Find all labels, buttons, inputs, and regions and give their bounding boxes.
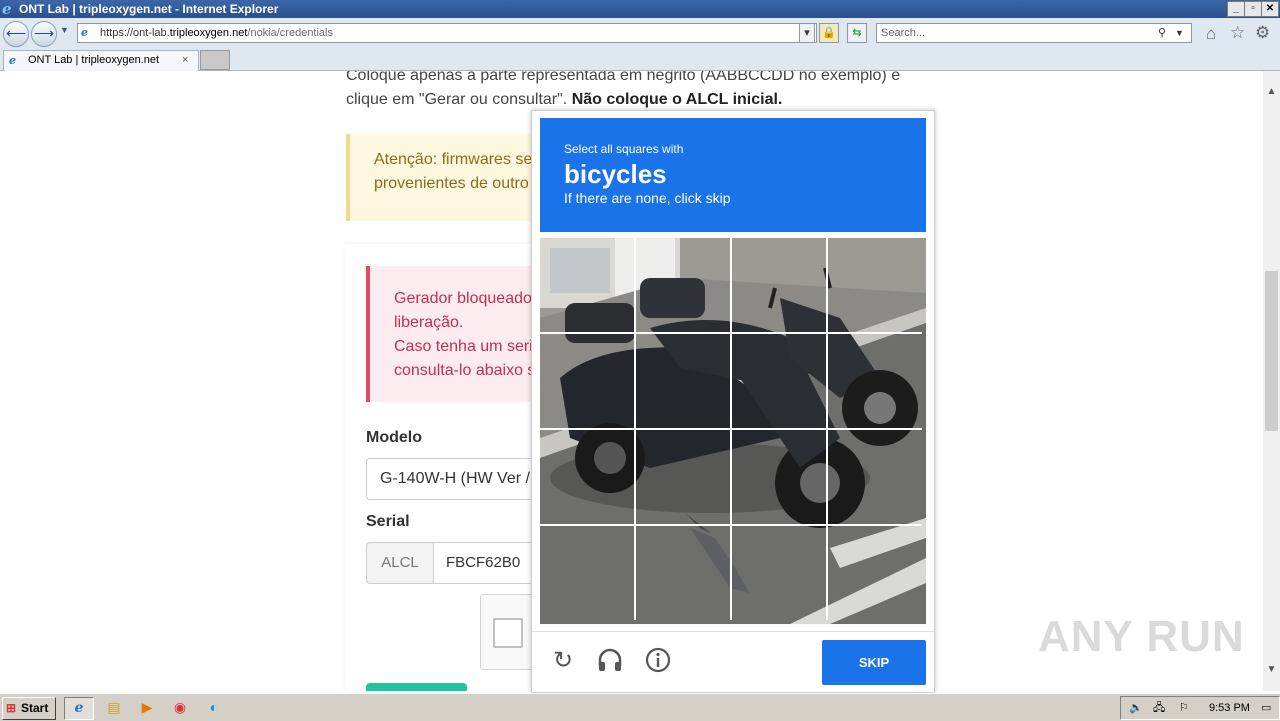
- search-icon[interactable]: ⚲: [1158, 24, 1166, 42]
- intro-text-line2: clique em "Gerar ou consultar". Não colo…: [346, 91, 783, 108]
- ie-logo-icon: e: [2, 0, 12, 18]
- captcha-hint: If there are none, click skip: [564, 190, 731, 206]
- network-icon[interactable]: 🖧: [1153, 697, 1165, 719]
- scroll-down-icon[interactable]: ▼: [1263, 661, 1280, 678]
- new-tab-button[interactable]: [200, 50, 230, 70]
- captcha-challenge: Select all squares with bicycles If ther…: [531, 110, 935, 693]
- headphones-glyph: [598, 648, 622, 671]
- search-input[interactable]: Search... ⚲ ▼: [876, 23, 1192, 43]
- captcha-image-grid: [540, 238, 926, 624]
- url-text: https://ont-lab.tripleoxygen.net/nokia/c…: [100, 27, 333, 39]
- minimize-button[interactable]: _: [1227, 1, 1245, 17]
- history-dropdown-icon[interactable]: ▼: [60, 25, 69, 35]
- warning-text-line1: Atenção: firmwares ser: [374, 151, 538, 168]
- captcha-tile[interactable]: [636, 430, 732, 526]
- tab-close-icon[interactable]: ×: [182, 51, 188, 70]
- headphones-icon[interactable]: [595, 646, 625, 676]
- page-ie-icon: e: [81, 26, 88, 39]
- intro-text-line1: Coloque apenas a parte representada em n…: [346, 71, 901, 84]
- captcha-tile[interactable]: [636, 526, 732, 620]
- captcha-tile[interactable]: [540, 526, 636, 620]
- forward-button[interactable]: ⟶: [31, 21, 57, 47]
- address-toolbar: ⟵ ⟶ ▼ e https://ont-lab.tripleoxygen.net…: [0, 18, 1280, 48]
- info-icon[interactable]: [643, 646, 673, 676]
- captcha-tile[interactable]: [828, 238, 922, 334]
- taskbar-ie-icon[interactable]: e: [64, 697, 94, 720]
- captcha-tile[interactable]: [732, 238, 828, 334]
- danger-text-line1: Gerador bloqueado: [394, 290, 532, 307]
- taskbar: ⊞ Start e ▤ ▶ ◉ ◐ 🔈 🖧 ⚐ 9:53 PM ▭: [0, 693, 1280, 721]
- start-button[interactable]: ⊞ Start: [2, 697, 56, 720]
- tab-ont-lab[interactable]: e ONT Lab | tripleoxygen.net ×: [3, 50, 199, 71]
- captcha-tile[interactable]: [636, 238, 732, 334]
- anyrun-watermark: ANY RUN: [1038, 612, 1245, 661]
- warning-text-line2: provenientes de outro: [374, 175, 529, 192]
- refresh-icon[interactable]: ⇆: [847, 23, 867, 43]
- close-window-button[interactable]: ✕: [1261, 1, 1279, 17]
- address-dropdown-icon[interactable]: ▾: [799, 23, 815, 43]
- captcha-instruction: Select all squares with: [564, 142, 684, 156]
- taskbar-chrome-icon[interactable]: ◉: [166, 697, 194, 718]
- window-titlebar: e ONT Lab | tripleoxygen.net - Internet …: [0, 0, 1280, 18]
- address-bar[interactable]: e https://ont-lab.tripleoxygen.net/nokia…: [77, 23, 817, 43]
- taskbar-edge-icon[interactable]: ◐: [200, 697, 228, 718]
- model-label: Modelo: [366, 429, 422, 446]
- model-select-value: G-140W-H (HW Ver /: [380, 470, 530, 487]
- captcha-tile[interactable]: [828, 334, 922, 430]
- vertical-scrollbar[interactable]: ▲ ▼: [1263, 71, 1280, 691]
- serial-input-value: FBCF62B0: [446, 554, 521, 571]
- danger-text-line3: Caso tenha um seria: [394, 338, 542, 355]
- scroll-thumb[interactable]: [1265, 271, 1278, 431]
- tab-title: ONT Lab | tripleoxygen.net: [28, 54, 160, 66]
- captcha-header: Select all squares with bicycles If ther…: [540, 118, 926, 232]
- captcha-tile[interactable]: [828, 526, 922, 620]
- captcha-tile[interactable]: [636, 334, 732, 430]
- back-button[interactable]: ⟵: [3, 21, 29, 47]
- skip-button[interactable]: SKIP: [822, 640, 926, 685]
- taskbar-media-player-icon[interactable]: ▶: [133, 697, 161, 718]
- serial-label: Serial: [366, 513, 410, 530]
- generate-button[interactable]: [366, 683, 467, 691]
- captcha-tile[interactable]: [732, 526, 828, 620]
- start-label: Start: [21, 701, 49, 715]
- restore-button[interactable]: ▫: [1244, 1, 1262, 17]
- captcha-tile[interactable]: [540, 430, 636, 526]
- info-glyph: [645, 647, 671, 673]
- danger-text-line2: liberação.: [394, 314, 464, 331]
- show-desktop-icon[interactable]: ▭: [1261, 697, 1271, 719]
- search-placeholder: Search...: [881, 27, 926, 39]
- captcha-tile[interactable]: [732, 430, 828, 526]
- danger-text-line4: consulta-lo abaixo s: [394, 362, 536, 379]
- taskbar-explorer-icon[interactable]: ▤: [100, 697, 128, 718]
- tab-strip: e ONT Lab | tripleoxygen.net ×: [0, 48, 1280, 71]
- favorites-star-icon[interactable]: ☆: [1230, 23, 1245, 43]
- home-icon[interactable]: ⌂: [1206, 24, 1216, 44]
- captcha-target: bicycles: [564, 159, 667, 189]
- clock[interactable]: 9:53 PM: [1209, 697, 1250, 719]
- volume-icon[interactable]: 🔈: [1129, 697, 1143, 719]
- captcha-tile[interactable]: [540, 334, 636, 430]
- scroll-up-icon[interactable]: ▲: [1263, 83, 1280, 100]
- tab-ie-icon: e: [9, 54, 16, 67]
- reload-icon[interactable]: ↻: [548, 646, 578, 676]
- search-dropdown-icon[interactable]: ▼: [1175, 24, 1184, 42]
- captcha-tile[interactable]: [540, 238, 636, 334]
- lock-icon[interactable]: 🔒: [819, 23, 839, 43]
- captcha-tile[interactable]: [828, 430, 922, 526]
- captcha-footer: ↻ SKIP: [532, 631, 934, 693]
- gear-icon[interactable]: ⚙: [1255, 23, 1270, 43]
- captcha-tile[interactable]: [732, 334, 828, 430]
- windows-logo-icon: ⊞: [6, 701, 17, 715]
- system-tray: 🔈 🖧 ⚐ 9:53 PM ▭: [1120, 696, 1280, 720]
- serial-prefix: ALCL: [366, 542, 434, 584]
- flag-icon[interactable]: ⚐: [1179, 697, 1189, 719]
- recaptcha-checkbox[interactable]: [493, 618, 523, 648]
- window-title: ONT Lab | tripleoxygen.net - Internet Ex…: [19, 2, 279, 16]
